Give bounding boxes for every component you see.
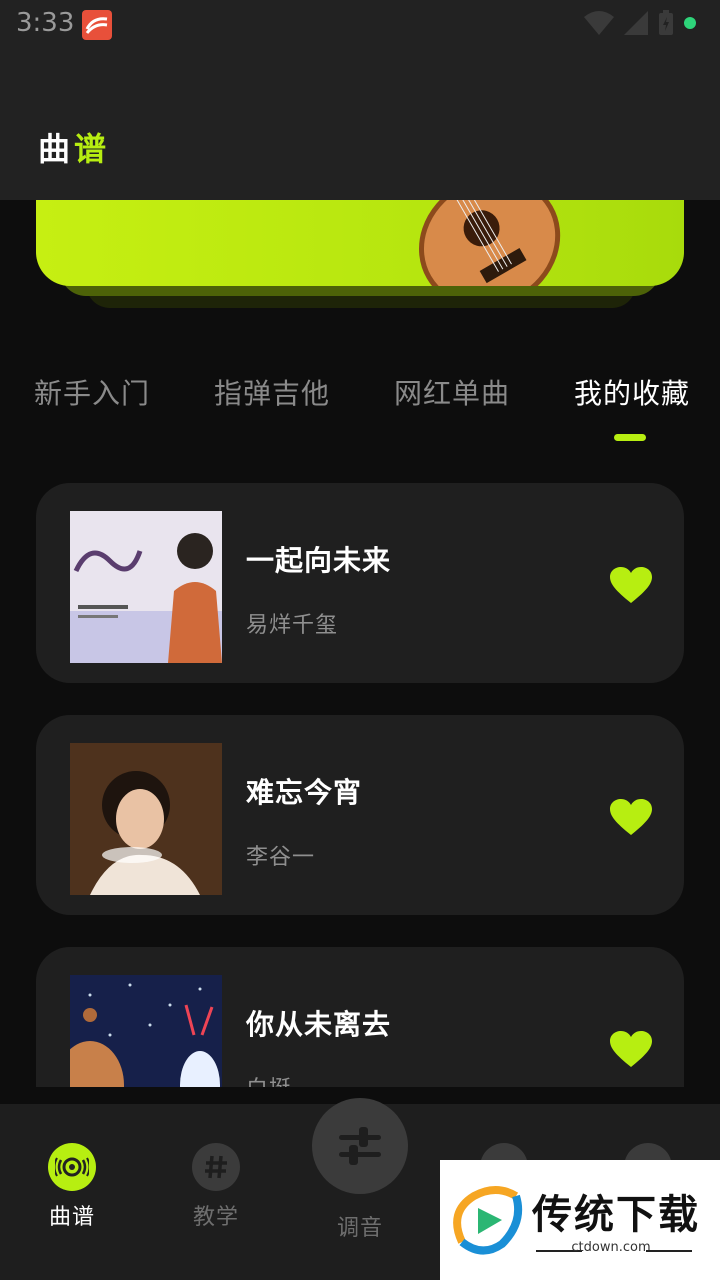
page-title-part1: 曲 <box>38 130 75 168</box>
status-bar: 3:33 <box>0 0 720 50</box>
tab-my-favorites[interactable]: 我的收藏 <box>574 372 690 412</box>
song-title: 一起向未来 <box>246 544 392 577</box>
tab-fingerstyle[interactable]: 指弹吉他 <box>214 372 330 412</box>
hash-icon <box>192 1143 240 1191</box>
song-artist: 易烊千玺 <box>246 613 339 638</box>
song-cover <box>70 975 222 1087</box>
song-card[interactable]: 一起向未来 易烊千玺 <box>36 483 684 683</box>
watermark-url: ctdown.com <box>571 1240 651 1255</box>
song-cover <box>70 743 222 895</box>
signal-icon <box>624 11 648 35</box>
tab-active-indicator <box>614 434 646 441</box>
tuner-button[interactable] <box>312 1098 408 1194</box>
song-title: 难忘今宵 <box>246 776 363 809</box>
sliders-icon <box>339 1127 381 1165</box>
battery-icon <box>659 10 673 35</box>
nav-label-sheet-music: 曲谱 <box>48 1205 95 1230</box>
app-notification-icon <box>82 10 112 40</box>
watermark-line-right <box>646 1250 692 1252</box>
page-title: 曲谱 <box>38 124 110 170</box>
page-title-part2: 谱 <box>74 130 111 168</box>
watermark-text: 传统下载 <box>532 1192 700 1238</box>
status-icons <box>584 10 696 36</box>
song-artist: 白挺 <box>246 1071 292 1087</box>
song-title: 你从未离去 <box>246 1008 392 1041</box>
nav-label-tutorials: 教学 <box>192 1205 239 1230</box>
song-cover <box>70 511 222 663</box>
watermark-logo-icon <box>453 1186 523 1255</box>
song-card[interactable]: 你从未离去 白挺 <box>36 947 684 1087</box>
watermark: 传统下载 ctdown.com <box>440 1160 720 1280</box>
favorite-heart-icon[interactable] <box>610 799 652 837</box>
notification-dot-icon <box>684 17 696 29</box>
wifi-icon <box>584 11 614 35</box>
top-bar: 3:33 曲谱 <box>0 0 720 200</box>
favorites-list[interactable]: 一起向未来 易烊千玺 难忘今宵 李谷一 你从未离去 <box>0 483 720 1087</box>
tab-popular-singles[interactable]: 网红单曲 <box>394 372 510 412</box>
nav-label-tuner: 调音 <box>336 1216 383 1241</box>
favorite-heart-icon[interactable] <box>610 1031 652 1069</box>
vinyl-icon <box>48 1143 96 1191</box>
song-artist: 李谷一 <box>246 845 316 870</box>
nav-item-tutorials[interactable]: 教学 <box>156 1104 276 1231</box>
favorite-heart-icon[interactable] <box>610 567 652 605</box>
song-card[interactable]: 难忘今宵 李谷一 <box>36 715 684 915</box>
category-tabs: 新手入门 指弹吉他 网红单曲 我的收藏 <box>0 372 720 442</box>
nav-item-sheet-music[interactable]: 曲谱 <box>12 1104 132 1231</box>
status-time: 3:33 <box>16 8 75 38</box>
tab-beginner[interactable]: 新手入门 <box>34 372 150 412</box>
